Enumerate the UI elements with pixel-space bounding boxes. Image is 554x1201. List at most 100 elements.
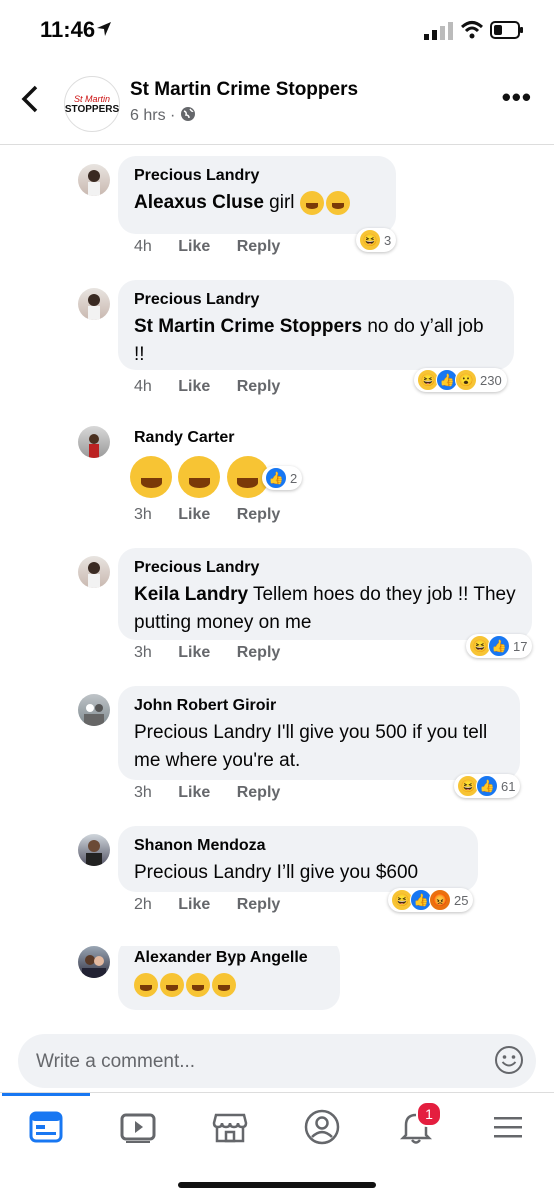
reply-button[interactable]: Reply <box>237 378 281 395</box>
tab-profile[interactable] <box>302 1107 342 1147</box>
person-photo-icon <box>84 704 104 726</box>
comment: Alexander Byp Angelle <box>0 946 554 1024</box>
comment-text: Aleaxus Cluse girl <box>134 189 380 217</box>
comment-author[interactable]: Precious Landry <box>134 558 516 578</box>
comment-author[interactable]: Precious Landry <box>134 290 498 310</box>
watch-video-icon <box>120 1113 156 1143</box>
post-time: 6 hrs · <box>130 106 196 125</box>
laughing-emoji-icon <box>299 190 324 215</box>
person-photo-icon <box>89 434 99 458</box>
marketplace-icon <box>212 1113 248 1143</box>
back-button[interactable] <box>20 84 40 120</box>
mention-link[interactable]: Aleaxus Cluse <box>134 192 264 213</box>
comment-actions: 2h Like Reply <box>134 896 302 914</box>
comment-author[interactable]: John Robert Giroir <box>134 696 504 716</box>
location-arrow-icon <box>97 22 111 36</box>
comment-input[interactable] <box>34 1046 478 1078</box>
wifi-icon <box>460 21 484 39</box>
reaction-summary[interactable]: 😆 👍 😡 25 <box>388 888 474 912</box>
comment-time: 3h <box>134 644 152 661</box>
reaction-summary[interactable]: 👍 2 <box>262 466 303 490</box>
chevron-left-icon <box>21 85 38 113</box>
reaction-summary[interactable]: 😆 👍 😮 230 <box>414 368 507 392</box>
comment-bubble[interactable]: Precious Landry St Martin Crime Stoppers… <box>118 280 514 370</box>
reply-button[interactable]: Reply <box>237 896 281 913</box>
comment-time: 2h <box>134 896 152 913</box>
comment-text <box>134 971 324 999</box>
signal-icon <box>424 22 453 40</box>
reaction-summary[interactable]: 😆 3 <box>356 228 397 252</box>
reaction-summary[interactable]: 😆 👍 61 <box>454 774 521 798</box>
home-indicator <box>178 1182 376 1188</box>
laughing-emoji-icon <box>130 456 172 498</box>
logo-text-top: St Martin <box>73 93 110 104</box>
avatar[interactable] <box>78 288 110 320</box>
mention-link[interactable]: Keila Landry <box>134 584 248 605</box>
person-photo-icon <box>88 170 100 196</box>
avatar[interactable] <box>78 946 110 978</box>
emoji-picker-icon[interactable] <box>494 1045 524 1075</box>
comment-time: 3h <box>134 506 152 523</box>
battery-icon <box>490 21 523 39</box>
angry-reaction-icon: 😡 <box>429 889 451 911</box>
comment-time: 4h <box>134 378 152 395</box>
comment-bubble[interactable]: Shanon Mendoza Precious Landry I’ll give… <box>118 826 478 892</box>
hamburger-menu-icon <box>494 1117 522 1138</box>
emoji-only-comment <box>130 456 271 498</box>
comment-actions: 3h Like Reply <box>134 644 302 662</box>
comment-text: Precious Landry I'll give you 500 if you… <box>134 722 488 771</box>
reply-button[interactable]: Reply <box>237 506 281 523</box>
page-name[interactable]: St Martin Crime Stoppers <box>130 79 358 101</box>
like-button[interactable]: Like <box>178 238 210 255</box>
laughing-emoji-icon <box>325 190 350 215</box>
like-button[interactable]: Like <box>178 896 210 913</box>
post-header: St Martin STOPPERS St Martin Crime Stopp… <box>0 60 554 145</box>
comment-bubble[interactable]: John Robert Giroir Precious Landry I'll … <box>118 686 520 780</box>
person-photo-icon <box>82 955 106 978</box>
reply-button[interactable]: Reply <box>237 784 281 801</box>
person-photo-icon <box>88 562 100 588</box>
like-reaction-icon: 👍 <box>488 635 510 657</box>
like-button[interactable]: Like <box>178 784 210 801</box>
avatar[interactable] <box>78 556 110 588</box>
comment-bubble[interactable]: Precious Landry Keila Landry Tellem hoes… <box>118 548 532 640</box>
status-bar: 11:46 <box>0 0 554 60</box>
comment-composer[interactable] <box>18 1034 536 1088</box>
avatar[interactable] <box>78 694 110 726</box>
tab-news-feed[interactable] <box>2 1093 90 1147</box>
tab-marketplace[interactable] <box>210 1107 250 1147</box>
comment-text: Keila Landry Tellem hoes do they job !! … <box>134 584 516 633</box>
avatar[interactable] <box>78 164 110 196</box>
more-options-button[interactable]: ••• <box>502 82 532 113</box>
reaction-summary[interactable]: 😆 👍 17 <box>466 634 533 658</box>
comment-bubble[interactable]: Precious Landry Aleaxus Cluse girl <box>118 156 396 234</box>
mention-link[interactable]: St Martin Crime Stoppers <box>134 316 362 337</box>
avatar[interactable] <box>78 834 110 866</box>
status-time: 11:46 <box>40 17 96 42</box>
comment-author[interactable]: Alexander Byp Angelle <box>134 948 324 968</box>
comment-text: Precious Landry I’ll give you $600 <box>134 862 419 883</box>
haha-reaction-icon: 😆 <box>359 229 381 251</box>
like-button[interactable]: Like <box>178 506 210 523</box>
tab-notifications[interactable]: 1 <box>396 1101 442 1147</box>
comment-time: 4h <box>134 238 152 255</box>
comment-author[interactable]: Precious Landry <box>134 166 380 186</box>
comment-author[interactable]: Randy Carter <box>134 428 234 448</box>
comment-actions: 3h Like Reply <box>134 784 302 802</box>
like-button[interactable]: Like <box>178 644 210 661</box>
tab-menu[interactable] <box>488 1107 528 1147</box>
comment-bubble[interactable]: Alexander Byp Angelle <box>118 946 340 1010</box>
like-button[interactable]: Like <box>178 378 210 395</box>
avatar[interactable] <box>78 426 110 458</box>
reply-button[interactable]: Reply <box>237 644 281 661</box>
globe-icon <box>180 107 195 121</box>
page-logo[interactable]: St Martin STOPPERS <box>64 76 120 132</box>
comment-author[interactable]: Shanon Mendoza <box>134 836 462 856</box>
comment-text: St Martin Crime Stoppers no do y’all job… <box>134 316 484 365</box>
profile-icon <box>304 1109 340 1145</box>
laughing-emoji-icon <box>178 456 221 498</box>
laughing-emoji-icon <box>212 972 236 997</box>
reply-button[interactable]: Reply <box>237 238 281 255</box>
tab-watch[interactable] <box>118 1107 158 1147</box>
laughing-emoji-icon <box>160 972 184 997</box>
